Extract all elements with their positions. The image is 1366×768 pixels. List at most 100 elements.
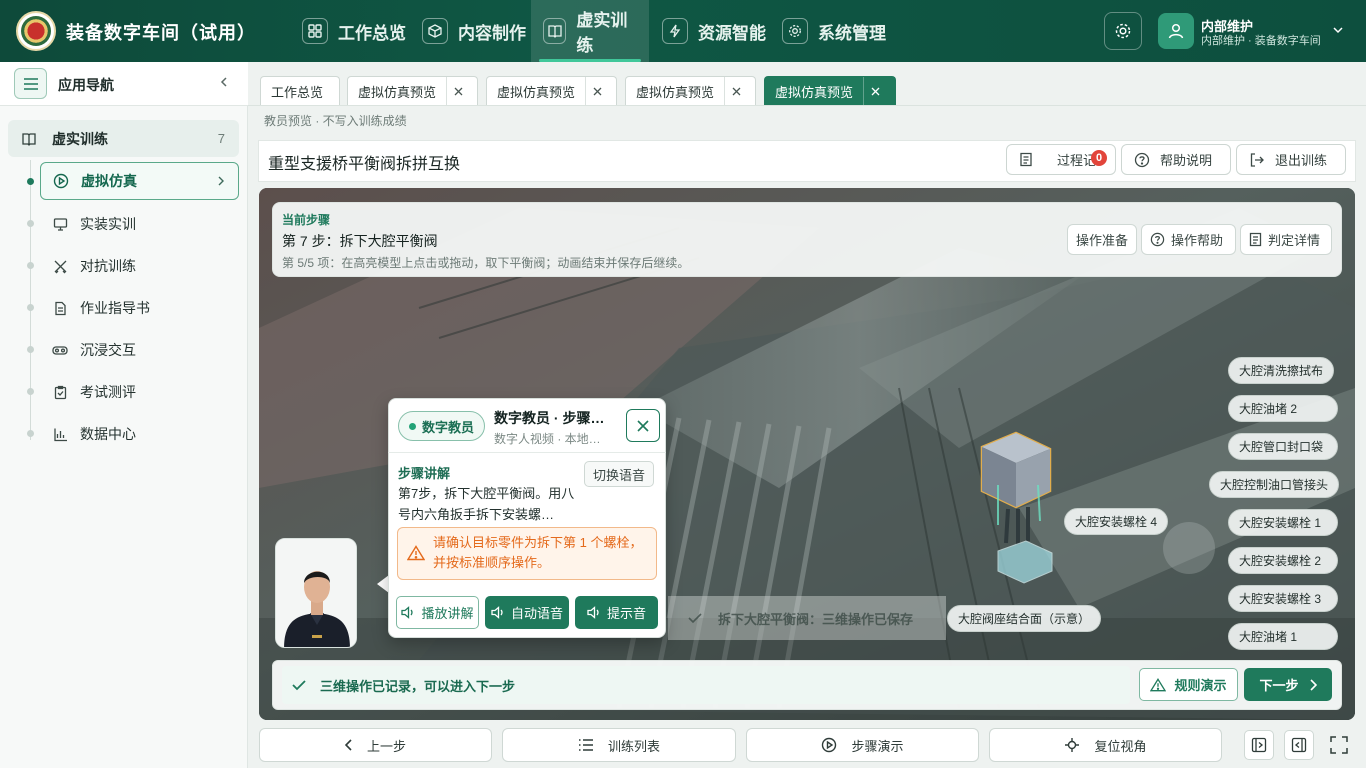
digital-tutor-pill: 数字教员 xyxy=(398,411,486,441)
part-label[interactable]: 大腔清洗擦拭布 xyxy=(1228,357,1335,384)
current-step-kicker: 当前步骤 xyxy=(282,213,331,227)
help-button[interactable]: 帮助说明 xyxy=(1121,144,1231,175)
sidebar-item-guide[interactable]: 作业指导书 xyxy=(40,289,239,327)
close-icon[interactable] xyxy=(863,77,887,105)
dialog-subtitle: 数字人视频 · 本地… xyxy=(494,432,601,446)
fullscreen-button[interactable] xyxy=(1324,730,1354,760)
process-log-button[interactable]: 过程记 0 xyxy=(1006,144,1116,175)
next-step-button[interactable]: 下一步 xyxy=(1244,668,1332,701)
nav-resources[interactable]: 资源智能 xyxy=(650,0,778,62)
menu-toggle-button[interactable] xyxy=(14,68,47,99)
recorded-status: 三维操作已记录，可以进入下一步 xyxy=(282,666,1130,704)
operation-prep-button[interactable]: 操作准备 xyxy=(1067,224,1137,255)
chevron-right-icon xyxy=(1309,678,1317,691)
check-icon xyxy=(688,612,702,624)
exit-training-button[interactable]: 退出训练 xyxy=(1236,144,1346,175)
part-label-valve-seat[interactable]: 大腔阀座结合面（示意） xyxy=(947,605,1102,632)
sidebar-item-data[interactable]: 数据中心 xyxy=(40,415,239,453)
sidebar-group-training[interactable]: 虚实训练 7 xyxy=(8,120,239,157)
list-icon xyxy=(578,738,594,752)
part-label[interactable]: 大腔安装螺栓 2 xyxy=(1228,547,1338,574)
step-explanation-text: 第7步，拆下大腔平衡阀。用八号内六角扳手拆下安装螺… xyxy=(398,486,575,522)
step-demo-button[interactable]: 步骤演示 xyxy=(746,728,979,762)
recorded-status-text: 三维操作已记录，可以进入下一步 xyxy=(320,678,516,694)
sidebar-item-exam[interactable]: 考试测评 xyxy=(40,373,239,411)
reset-view-button[interactable]: 复位视角 xyxy=(989,728,1222,762)
speaker-icon xyxy=(401,606,415,619)
sidebar-tree-line xyxy=(30,160,31,440)
part-label[interactable]: 大腔油堵 1 xyxy=(1228,623,1338,650)
sidebar-item-label: 对抗训练 xyxy=(80,258,136,274)
sidebar-item-equipment[interactable]: 实装实训 xyxy=(40,205,239,243)
part-label-bolt-4[interactable]: 大腔安装螺栓 4 xyxy=(1064,508,1169,535)
tab-overview[interactable]: 工作总览 xyxy=(260,76,340,105)
tree-dot xyxy=(27,178,34,185)
part-label[interactable]: 大腔安装螺栓 3 xyxy=(1228,585,1338,612)
balance-valve-model[interactable] xyxy=(968,425,1064,585)
dialog-close-button[interactable] xyxy=(626,409,660,442)
chevron-down-icon[interactable] xyxy=(1332,24,1344,36)
operation-help-button[interactable]: 操作帮助 xyxy=(1141,224,1236,255)
reset-view-label: 复位视角 xyxy=(1094,738,1147,754)
nav-training[interactable]: 虚实训练 xyxy=(531,0,649,62)
judgement-details-button[interactable]: 判定详情 xyxy=(1240,224,1332,255)
play-explanation-button[interactable]: 播放讲解 xyxy=(396,596,479,629)
training-list-button[interactable]: 训练列表 xyxy=(502,728,736,762)
tab-sim-preview-active[interactable]: 虚拟仿真预览 xyxy=(764,76,896,105)
user-icon xyxy=(1168,23,1184,39)
sidebar-item-label: 作业指导书 xyxy=(80,300,150,316)
prompt-tone-button[interactable]: 提示音 xyxy=(575,596,658,629)
settings-button[interactable] xyxy=(1104,12,1142,50)
speaker-icon xyxy=(587,606,601,619)
question-icon xyxy=(1150,232,1165,247)
rule-demo-label: 规则演示 xyxy=(1174,678,1227,693)
sidebar-item-virtual-sim[interactable]: 虚拟仿真 xyxy=(40,162,239,200)
sidebar-group-count: 7 xyxy=(217,131,225,146)
close-icon[interactable] xyxy=(724,77,748,105)
previous-step-button[interactable]: 上一步 xyxy=(259,728,492,762)
app-title: 装备数字车间（试用） xyxy=(66,23,256,43)
nav-label: 资源智能 xyxy=(698,23,766,43)
document-icon xyxy=(1019,152,1033,167)
grid-icon xyxy=(302,18,328,44)
valve-icon xyxy=(980,431,1053,584)
page-title: 重型支援桥平衡阀拆拼互换 xyxy=(268,156,461,173)
rule-demo-button[interactable]: 规则演示 xyxy=(1139,668,1238,701)
sidebar-item-immersive[interactable]: 沉浸交互 xyxy=(40,331,239,369)
nav-content[interactable]: 内容制作 xyxy=(410,0,538,62)
nav-system[interactable]: 系统管理 xyxy=(770,0,898,62)
nav-label: 内容制作 xyxy=(458,23,526,43)
tab-sim-preview-3[interactable]: 虚拟仿真预览 xyxy=(625,76,756,105)
tab-sim-preview-2[interactable]: 虚拟仿真预览 xyxy=(486,76,617,105)
part-label[interactable]: 大腔安装螺栓 1 xyxy=(1228,509,1338,536)
avatar[interactable] xyxy=(1158,13,1194,49)
toggle-left-panel-button[interactable] xyxy=(1244,730,1274,760)
document-icon xyxy=(52,300,68,316)
toggle-right-panel-button[interactable] xyxy=(1284,730,1314,760)
operation-prep-label: 操作准备 xyxy=(1076,233,1129,248)
part-label[interactable]: 大腔控制油口管接头 xyxy=(1209,471,1340,498)
digital-tutor-avatar[interactable] xyxy=(275,538,357,648)
sidebar-item-label: 沉浸交互 xyxy=(80,342,136,358)
nav-overview[interactable]: 工作总览 xyxy=(290,0,418,62)
close-icon[interactable] xyxy=(446,77,470,105)
chart-icon xyxy=(52,426,68,442)
book-icon xyxy=(543,18,567,44)
sidebar-item-combat[interactable]: 对抗训练 xyxy=(40,247,239,285)
saved-toast: 拆下大腔平衡阀：三维操作已保存 xyxy=(668,596,946,640)
close-icon[interactable] xyxy=(585,77,609,105)
warning-icon xyxy=(1150,677,1167,692)
step-explanation-heading: 步骤讲解 xyxy=(398,466,451,481)
play-circle-icon xyxy=(821,737,837,753)
play-explanation-label: 播放讲解 xyxy=(421,606,474,621)
sidebar-item-label: 数据中心 xyxy=(80,426,136,442)
part-label[interactable]: 大腔油堵 2 xyxy=(1228,395,1338,422)
tab-sim-preview-1[interactable]: 虚拟仿真预览 xyxy=(347,76,478,105)
next-step-label: 下一步 xyxy=(1259,678,1299,693)
auto-voice-button[interactable]: 自动语音 xyxy=(485,596,569,629)
sidebar-item-label: 考试测评 xyxy=(80,384,136,400)
chevron-left-icon[interactable] xyxy=(218,76,230,88)
switch-voice-button[interactable]: 切换语音 xyxy=(584,461,655,487)
saved-toast-text: 拆下大腔平衡阀：三维操作已保存 xyxy=(718,611,914,627)
part-label[interactable]: 大腔管口封口袋 xyxy=(1228,433,1338,460)
